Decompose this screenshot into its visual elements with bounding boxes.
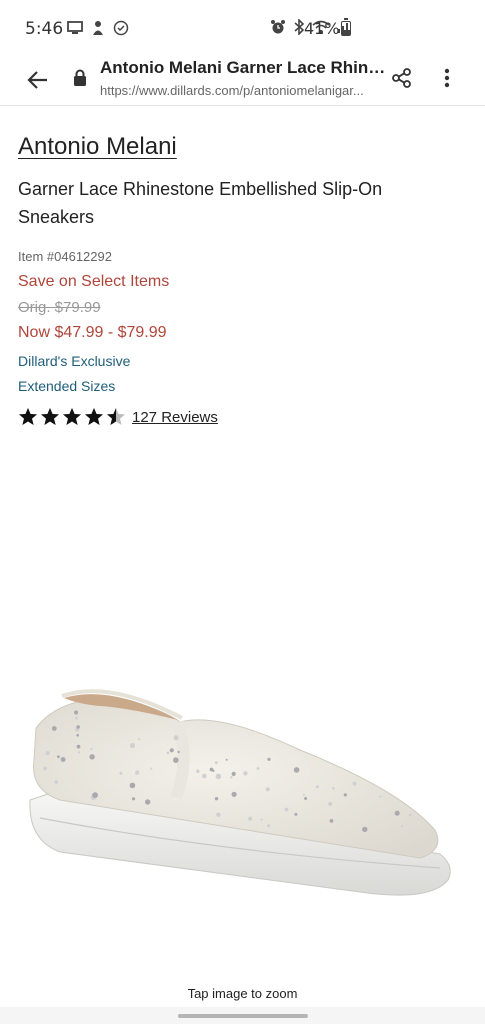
promo-text: Save on Select Items <box>18 273 170 290</box>
reviews-link[interactable]: 127 Reviews <box>132 409 218 426</box>
arrow-left-icon <box>27 71 47 89</box>
brand-link[interactable]: Antonio Melani <box>18 133 177 161</box>
screen-cast-icon <box>67 21 83 34</box>
more-vertical-icon <box>444 68 450 88</box>
product-image[interactable] <box>0 640 485 950</box>
share-icon <box>392 68 411 88</box>
star-icon <box>63 408 81 425</box>
star-icon <box>19 408 37 425</box>
assistant-icon <box>93 21 103 35</box>
alarm-icon <box>271 20 285 34</box>
url-text[interactable]: https://www.dillards.com/p/antoniomelani… <box>100 83 388 98</box>
exclusive-label: Dillard's Exclusive <box>18 353 131 369</box>
star-rating <box>18 407 128 427</box>
check-circle-icon <box>113 20 129 36</box>
product-title: Garner Lace Rhinestone Embellished Slip-… <box>18 179 383 227</box>
status-time: 5:46 <box>25 19 64 39</box>
star-icon <box>41 408 59 425</box>
battery-level <box>342 29 350 35</box>
extended-sizes-label: Extended Sizes <box>18 378 116 394</box>
back-button[interactable] <box>22 64 54 96</box>
share-button[interactable] <box>388 64 416 92</box>
home-indicator[interactable] <box>178 1014 308 1018</box>
rating-row: 127 Reviews <box>18 407 218 427</box>
lock-icon <box>74 69 86 86</box>
zoom-hint: Tap image to zoom <box>187 986 298 1001</box>
star-icon <box>107 408 125 425</box>
overflow-menu-button[interactable] <box>434 64 460 92</box>
battery-percentage: 41% <box>304 19 340 38</box>
page-title[interactable]: Antonio Melani Garner Lace Rhine... <box>100 58 388 78</box>
status-bar: 5:46 41% <box>0 0 485 58</box>
original-price: Orig. $79.99 <box>18 299 101 316</box>
status-notification-icons <box>67 20 129 36</box>
item-number: Item #04612292 <box>18 249 112 264</box>
sale-price: Now $47.99 - $79.99 <box>18 324 167 341</box>
battery-icon <box>341 18 351 36</box>
browser-toolbar: Antonio Melani Garner Lace Rhine... http… <box>0 58 485 106</box>
star-icon <box>85 408 103 425</box>
